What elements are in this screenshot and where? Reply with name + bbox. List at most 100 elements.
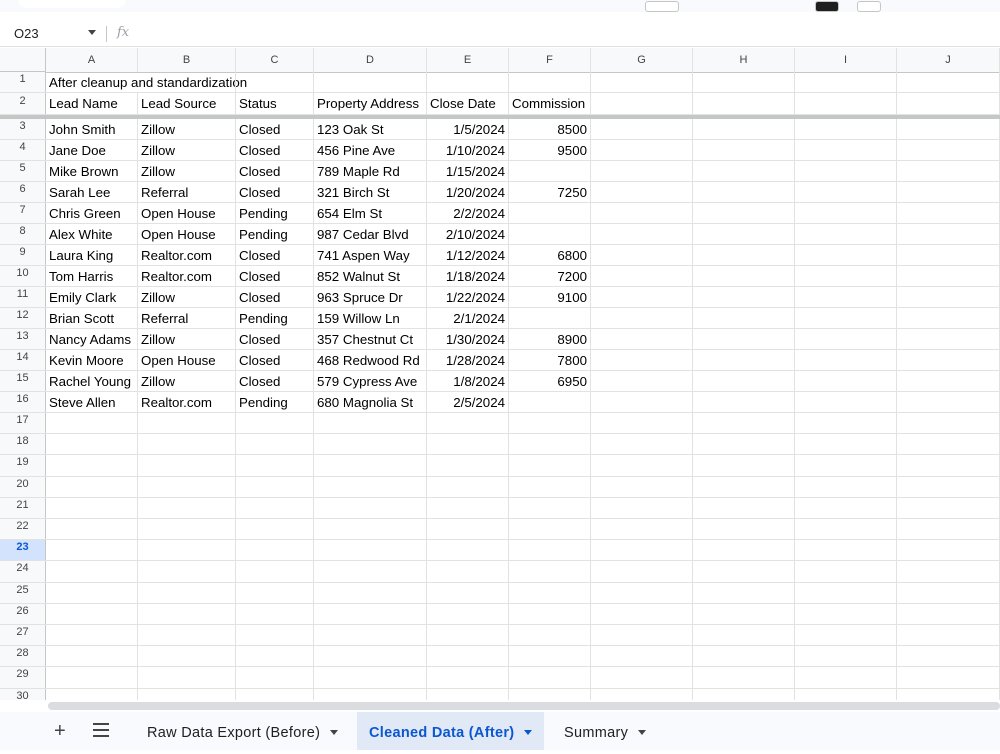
cell-f12[interactable] xyxy=(509,308,591,328)
cell-j22[interactable] xyxy=(897,519,1000,540)
cell-j1[interactable] xyxy=(897,72,1000,92)
cell-g1[interactable] xyxy=(591,72,693,92)
cell-e23[interactable] xyxy=(427,540,509,561)
cell-e11[interactable]: 1/22/2024 xyxy=(427,287,509,307)
cell-c16[interactable]: Pending xyxy=(236,392,314,412)
cell-e15[interactable]: 1/8/2024 xyxy=(427,371,509,391)
cell-j12[interactable] xyxy=(897,308,1000,328)
row-header[interactable]: 15 xyxy=(0,371,46,391)
cell-d11[interactable]: 963 Spruce Dr xyxy=(314,287,427,307)
cell-b26[interactable] xyxy=(138,603,236,624)
cell-h22[interactable] xyxy=(693,519,795,540)
cell-e26[interactable] xyxy=(427,603,509,624)
cell-j8[interactable] xyxy=(897,224,1000,244)
cell-h20[interactable] xyxy=(693,476,795,497)
cell-a27[interactable] xyxy=(46,625,138,646)
cell-c13[interactable]: Closed xyxy=(236,329,314,349)
cell-i11[interactable] xyxy=(795,287,897,307)
cell-i21[interactable] xyxy=(795,497,897,518)
cell-g21[interactable] xyxy=(591,497,693,518)
cell-b11[interactable]: Zillow xyxy=(138,287,236,307)
cell-e30[interactable] xyxy=(427,688,509,700)
cell-f23[interactable] xyxy=(509,540,591,561)
cell-e2[interactable]: Close Date xyxy=(427,93,509,114)
cell-a16[interactable]: Steve Allen xyxy=(46,392,138,412)
cell-d29[interactable] xyxy=(314,667,427,688)
cell-j18[interactable] xyxy=(897,434,1000,455)
cell-f4[interactable]: 9500 xyxy=(509,140,591,160)
cell-g16[interactable] xyxy=(591,392,693,412)
cell-j25[interactable] xyxy=(897,582,1000,603)
cell-h25[interactable] xyxy=(693,582,795,603)
cell-h7[interactable] xyxy=(693,203,795,223)
cell-a23[interactable] xyxy=(46,540,138,561)
name-box-dropdown-icon[interactable] xyxy=(88,30,96,35)
cell-d6[interactable]: 321 Birch St xyxy=(314,182,427,202)
cell-g23[interactable] xyxy=(591,540,693,561)
select-all-corner[interactable] xyxy=(0,48,46,72)
cell-g29[interactable] xyxy=(591,667,693,688)
cell-i1[interactable] xyxy=(795,72,897,92)
cell-j23[interactable] xyxy=(897,540,1000,561)
row-header[interactable]: 7 xyxy=(0,203,46,223)
cell-i13[interactable] xyxy=(795,329,897,349)
cell-i2[interactable] xyxy=(795,93,897,114)
cell-b12[interactable]: Referral xyxy=(138,308,236,328)
row-header[interactable]: 18 xyxy=(0,434,46,455)
cell-f19[interactable] xyxy=(509,455,591,476)
cell-d12[interactable]: 159 Willow Ln xyxy=(314,308,427,328)
cell-f22[interactable] xyxy=(509,519,591,540)
cell-c30[interactable] xyxy=(236,688,314,700)
cell-f2[interactable]: Commission xyxy=(509,93,591,114)
cell-c1[interactable] xyxy=(236,72,314,92)
cell-b9[interactable]: Realtor.com xyxy=(138,245,236,265)
cell-g20[interactable] xyxy=(591,476,693,497)
cell-j13[interactable] xyxy=(897,329,1000,349)
cell-j11[interactable] xyxy=(897,287,1000,307)
row-header[interactable]: 28 xyxy=(0,646,46,667)
add-sheet-button[interactable]: + xyxy=(54,720,66,743)
row-header[interactable]: 9 xyxy=(0,245,46,265)
cell-f13[interactable]: 8900 xyxy=(509,329,591,349)
cell-c22[interactable] xyxy=(236,519,314,540)
cell-c5[interactable]: Closed xyxy=(236,161,314,181)
cell-b22[interactable] xyxy=(138,519,236,540)
text-color-swatch[interactable] xyxy=(815,1,839,12)
row-header[interactable]: 24 xyxy=(0,561,46,582)
row-header[interactable]: 12 xyxy=(0,308,46,328)
cell-e10[interactable]: 1/18/2024 xyxy=(427,266,509,286)
cell-i7[interactable] xyxy=(795,203,897,223)
cell-g25[interactable] xyxy=(591,582,693,603)
cell-b25[interactable] xyxy=(138,582,236,603)
cell-a25[interactable] xyxy=(46,582,138,603)
cell-e13[interactable]: 1/30/2024 xyxy=(427,329,509,349)
cell-g12[interactable] xyxy=(591,308,693,328)
cell-d3[interactable]: 123 Oak St xyxy=(314,119,427,139)
cell-f24[interactable] xyxy=(509,561,591,582)
cell-b21[interactable] xyxy=(138,497,236,518)
cell-b2[interactable]: Lead Source xyxy=(138,93,236,114)
cell-j4[interactable] xyxy=(897,140,1000,160)
cell-b5[interactable]: Zillow xyxy=(138,161,236,181)
chevron-down-icon[interactable] xyxy=(524,730,533,735)
cell-h19[interactable] xyxy=(693,455,795,476)
column-header-c[interactable]: C xyxy=(236,48,314,72)
row-header[interactable]: 14 xyxy=(0,350,46,370)
cell-b14[interactable]: Open House xyxy=(138,350,236,370)
cell-a5[interactable]: Mike Brown xyxy=(46,161,138,181)
cell-g27[interactable] xyxy=(591,625,693,646)
cell-f25[interactable] xyxy=(509,582,591,603)
cell-g3[interactable] xyxy=(591,119,693,139)
cell-i10[interactable] xyxy=(795,266,897,286)
cell-i12[interactable] xyxy=(795,308,897,328)
cell-a12[interactable]: Brian Scott xyxy=(46,308,138,328)
cell-g18[interactable] xyxy=(591,434,693,455)
row-header[interactable]: 17 xyxy=(0,413,46,434)
cell-f30[interactable] xyxy=(509,688,591,700)
cell-d19[interactable] xyxy=(314,455,427,476)
cell-b16[interactable]: Realtor.com xyxy=(138,392,236,412)
cell-f15[interactable]: 6950 xyxy=(509,371,591,391)
cell-j20[interactable] xyxy=(897,476,1000,497)
column-header-j[interactable]: J xyxy=(897,48,1000,72)
row-header[interactable]: 5 xyxy=(0,161,46,181)
